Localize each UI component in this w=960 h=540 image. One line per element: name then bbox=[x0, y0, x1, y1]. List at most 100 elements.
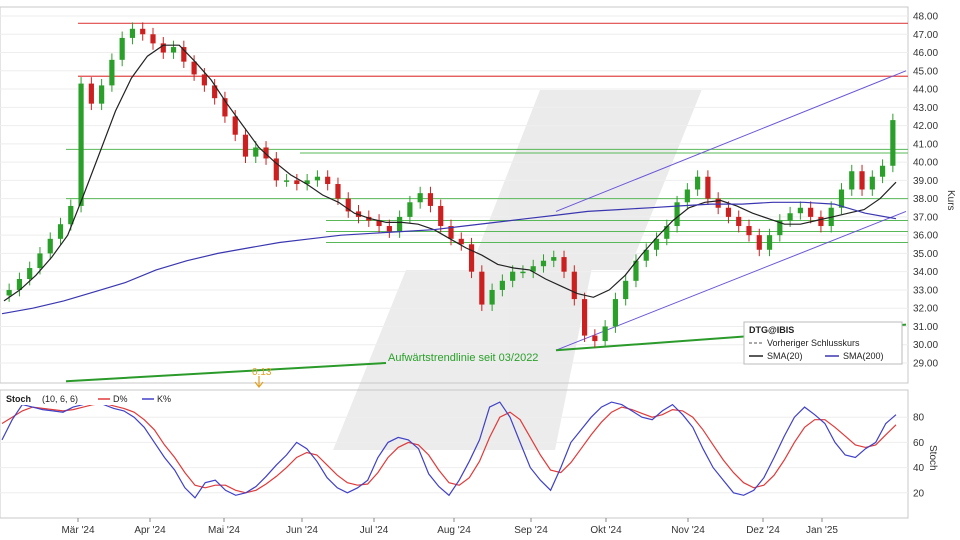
stoch-y-tick: 20 bbox=[913, 488, 925, 499]
candle-body bbox=[191, 61, 197, 75]
price-y-tick: 36.00 bbox=[913, 231, 938, 242]
price-y-tick: 35.00 bbox=[913, 249, 938, 260]
stoch-y-axis: 20 40 60 80 bbox=[913, 413, 925, 500]
price-y-tick: 30.00 bbox=[913, 340, 938, 351]
price-y-tick: 33.00 bbox=[913, 285, 938, 296]
stoch-legend: Stoch (10, 6, 6) D% K% bbox=[2, 392, 188, 405]
candle-body bbox=[88, 83, 94, 104]
candle-body bbox=[520, 271, 526, 274]
candle-body bbox=[6, 289, 12, 296]
candle-body bbox=[551, 257, 557, 261]
candle-body bbox=[756, 235, 762, 250]
x-tick-label: Okt '24 bbox=[590, 525, 622, 536]
price-y-tick: 39.00 bbox=[913, 176, 938, 187]
candle-body bbox=[592, 335, 598, 342]
candle-body bbox=[879, 165, 886, 177]
candle-body bbox=[849, 171, 855, 190]
legend-item-sma200: SMA(200) bbox=[843, 351, 884, 361]
candle-body bbox=[468, 244, 475, 272]
sma20-line bbox=[3, 44, 897, 302]
legend-item-prev-close: Vorheriger Schlusskurs bbox=[767, 338, 860, 348]
x-tick-label: Mai '24 bbox=[208, 525, 240, 536]
stoch-y-axis-label: Stoch bbox=[927, 445, 938, 471]
candle-body bbox=[859, 171, 865, 190]
candle-body bbox=[57, 224, 64, 239]
candle-body bbox=[479, 271, 485, 305]
candle-body bbox=[37, 253, 43, 269]
price-y-tick: 46.00 bbox=[913, 48, 938, 59]
candle-body bbox=[140, 28, 146, 35]
x-tick-label: Sep '24 bbox=[514, 525, 548, 536]
price-y-tick: 40.00 bbox=[913, 158, 938, 169]
candle-body bbox=[253, 147, 259, 157]
marker-label: 0.13 bbox=[252, 367, 272, 378]
price-y-tick: 38.00 bbox=[913, 194, 938, 205]
stoch-y-tick: 80 bbox=[913, 413, 925, 424]
candle-body bbox=[561, 257, 567, 272]
candle-body bbox=[27, 268, 33, 279]
price-y-tick: 47.00 bbox=[913, 30, 938, 41]
x-tick-label: Aug '24 bbox=[437, 525, 471, 536]
x-tick-label: Jan '25 bbox=[806, 525, 838, 536]
price-y-tick: 34.00 bbox=[913, 267, 938, 278]
candle-body bbox=[705, 176, 711, 199]
stoch-d-legend: D% bbox=[113, 394, 128, 404]
candle-body bbox=[684, 189, 690, 203]
uptrend-line bbox=[65, 362, 387, 383]
x-tick-label: Jun '24 bbox=[286, 525, 318, 536]
price-y-tick: 43.00 bbox=[913, 103, 938, 114]
candle-body bbox=[325, 176, 331, 185]
candle-body bbox=[869, 176, 875, 190]
stoch-title: Stoch bbox=[6, 394, 31, 404]
candle-body bbox=[170, 47, 177, 53]
trendline-label: Aufwärtstrendlinie seit 03/2022 bbox=[388, 352, 538, 364]
legend-title: DTG@IBIS bbox=[749, 325, 794, 335]
candle-body bbox=[540, 260, 547, 267]
candle-body bbox=[510, 271, 516, 281]
stock-chart: 29.00 30.00 31.00 32.00 33.00 34.00 35.00 36.00… bbox=[0, 6, 956, 536]
candle-body bbox=[664, 226, 670, 239]
candle-body bbox=[746, 226, 752, 236]
legend-item-sma20: SMA(20) bbox=[767, 351, 803, 361]
candle-body bbox=[612, 299, 619, 327]
x-tick-label: Jul '24 bbox=[360, 525, 389, 536]
price-y-tick: 29.00 bbox=[913, 359, 938, 370]
candle-body bbox=[499, 280, 505, 290]
candle-body bbox=[294, 180, 300, 185]
price-y-tick: 32.00 bbox=[913, 304, 938, 315]
candle-body bbox=[787, 213, 793, 221]
candle-body bbox=[838, 189, 845, 208]
candle-body bbox=[201, 74, 207, 86]
candle-body bbox=[571, 271, 577, 300]
x-tick-label: Apr '24 bbox=[134, 525, 166, 536]
candle-body bbox=[314, 176, 321, 181]
candle-body bbox=[489, 289, 495, 305]
candle-body bbox=[818, 216, 824, 227]
price-y-tick: 44.00 bbox=[913, 85, 938, 96]
stoch-k-legend: K% bbox=[157, 394, 171, 404]
x-tick-label: Mär '24 bbox=[61, 525, 94, 536]
candle-body bbox=[386, 226, 392, 232]
candle-body bbox=[766, 235, 773, 250]
candle-body bbox=[623, 280, 629, 300]
x-tick-label: Nov '24 bbox=[671, 525, 705, 536]
candle-body bbox=[736, 216, 742, 227]
candle-body bbox=[47, 238, 53, 254]
candle-body bbox=[695, 176, 701, 190]
candle-body bbox=[808, 207, 814, 217]
candle-body bbox=[602, 326, 608, 342]
horizontal-levels bbox=[66, 22, 908, 243]
candle-body bbox=[283, 180, 290, 182]
candle-body bbox=[417, 193, 423, 203]
candle-body bbox=[438, 205, 444, 227]
candle-body bbox=[458, 238, 464, 245]
x-axis: Mär '24 Apr '24 Mai '24 Jun '24 Jul '24 Aug '… bbox=[61, 518, 838, 536]
price-y-tick: 31.00 bbox=[913, 322, 938, 333]
candle-body bbox=[119, 37, 125, 60]
candle-body bbox=[335, 184, 341, 199]
price-y-tick: 45.00 bbox=[913, 66, 938, 77]
price-y-tick: 37.00 bbox=[913, 212, 938, 223]
candle-body bbox=[407, 202, 413, 217]
candle-body bbox=[427, 193, 434, 206]
x-tick-label: Dez '24 bbox=[746, 525, 780, 536]
